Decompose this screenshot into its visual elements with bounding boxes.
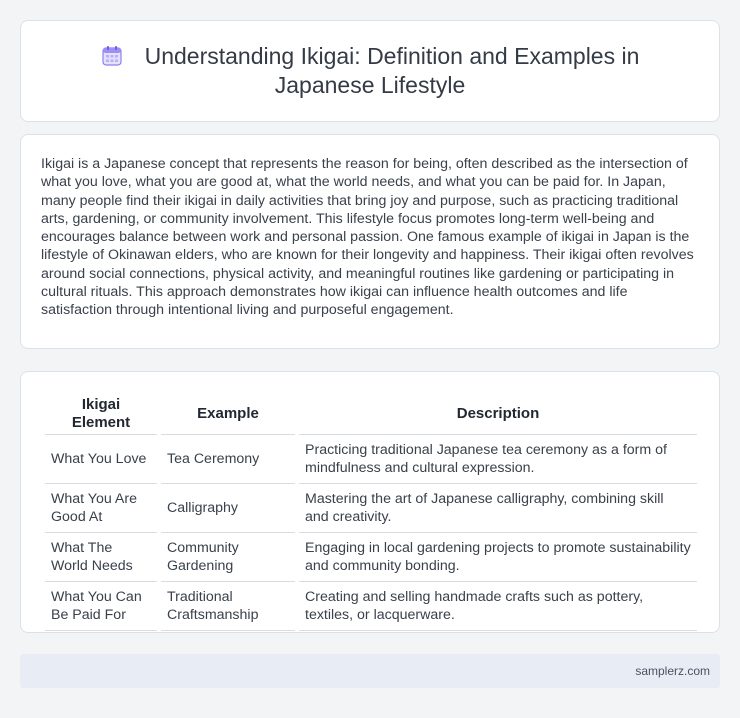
column-header-example: Example	[161, 393, 295, 435]
footer-site-link[interactable]: samplerz.com	[635, 664, 710, 678]
table-row: What You Love Tea Ceremony Practicing tr…	[45, 435, 697, 484]
element-cell: What You Can Be Paid For	[45, 582, 157, 631]
element-cell: What You Are Good At	[45, 484, 157, 533]
element-cell: What You Love	[45, 435, 157, 484]
page-title: Understanding Ikigai: Definition and Exa…	[144, 43, 640, 98]
description-cell: Practicing traditional Japanese tea cere…	[299, 435, 697, 484]
column-header-element: Ikigai Element	[45, 393, 157, 435]
table-row: What You Are Good At Calligraphy Masteri…	[45, 484, 697, 533]
page-title-wrap: Understanding Ikigai: Definition and Exa…	[70, 42, 670, 100]
example-cell: Community Gardening	[161, 533, 295, 582]
example-cell: Traditional Craftsmanship	[161, 582, 295, 631]
table-card: Ikigai Element Example Description What …	[20, 371, 720, 633]
example-cell: Calligraphy	[161, 484, 295, 533]
element-cell: What The World Needs	[45, 533, 157, 582]
column-header-description: Description	[299, 393, 697, 435]
table-row: What The World Needs Community Gardening…	[45, 533, 697, 582]
ikigai-table: Ikigai Element Example Description What …	[41, 393, 701, 631]
intro-card: Ikigai is a Japanese concept that repres…	[20, 134, 720, 349]
table-row: What You Can Be Paid For Traditional Cra…	[45, 582, 697, 631]
description-cell: Mastering the art of Japanese calligraph…	[299, 484, 697, 533]
description-cell: Creating and selling handmade crafts suc…	[299, 582, 697, 631]
intro-paragraph: Ikigai is a Japanese concept that repres…	[41, 156, 694, 319]
table-header-row: Ikigai Element Example Description	[45, 393, 697, 435]
footer-bar: samplerz.com	[20, 654, 720, 688]
example-cell: Tea Ceremony	[161, 435, 295, 484]
title-card: Understanding Ikigai: Definition and Exa…	[20, 20, 720, 122]
calendar-icon	[102, 46, 122, 66]
description-cell: Engaging in local gardening projects to …	[299, 533, 697, 582]
